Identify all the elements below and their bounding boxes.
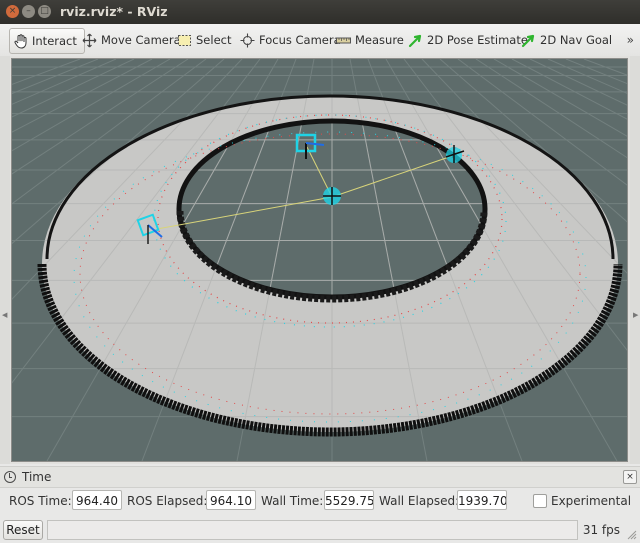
window-maximize-button[interactable]: □: [38, 5, 51, 18]
green-arrow-icon: [408, 34, 422, 47]
experimental-checkbox[interactable]: [533, 494, 547, 508]
time-panel: ROS Time: 964.40 ROS Elapsed: 964.10 Wal…: [0, 487, 640, 515]
scene-canvas[interactable]: [12, 59, 627, 461]
wall-elapsed-label: Wall Elapsed:: [379, 494, 460, 508]
hand-icon: [14, 33, 27, 49]
tool-2d-pose-estimate[interactable]: 2D Pose Estimate: [408, 28, 528, 52]
time-panel-header: Time ×: [0, 466, 640, 488]
tool-focus-camera[interactable]: Focus Camera: [240, 28, 341, 52]
tool-measure[interactable]: Measure: [336, 28, 404, 52]
collapse-right-icon: ▶: [633, 311, 639, 319]
tool-select[interactable]: Select: [177, 28, 231, 52]
wall-time-label: Wall Time:: [261, 494, 324, 508]
ros-elapsed-label: ROS Elapsed:: [127, 494, 208, 508]
select-rect-icon: [178, 34, 191, 46]
clock-icon: [4, 471, 16, 483]
tool-interact[interactable]: Interact: [9, 28, 85, 54]
window-title: rviz.rviz* - RViz: [60, 4, 168, 19]
status-bar: Reset 31 fps: [0, 517, 640, 543]
tool-toolbar: Interact Move Camera Select Focus Camera…: [0, 24, 640, 57]
reset-button[interactable]: Reset: [3, 520, 43, 540]
move-arrows-icon: [82, 33, 97, 47]
tool-label: Measure: [355, 33, 404, 47]
tool-label: Select: [196, 33, 232, 47]
ros-elapsed-field[interactable]: 964.10: [206, 490, 256, 510]
ros-time-label: ROS Time:: [9, 494, 72, 508]
tool-move-camera[interactable]: Move Camera: [82, 28, 181, 52]
resize-grip-icon[interactable]: [627, 530, 637, 540]
window-close-button[interactable]: ×: [6, 5, 19, 18]
tool-label: 2D Nav Goal: [540, 33, 613, 47]
robot-center[interactable]: [323, 187, 341, 205]
tool-2d-nav-goal[interactable]: 2D Nav Goal: [521, 28, 612, 52]
crosshair-icon: [240, 33, 255, 47]
tool-label: 2D Pose Estimate: [427, 33, 528, 47]
ros-time-field[interactable]: 964.40: [72, 490, 122, 510]
tool-label: Focus Camera: [259, 33, 341, 47]
left-dock-handle[interactable]: ◀: [0, 56, 10, 464]
tool-label: Move Camera: [101, 33, 181, 47]
toolbar-overflow-button[interactable]: »: [627, 33, 634, 47]
wall-elapsed-field[interactable]: 1939.70: [457, 490, 507, 510]
3d-render-view[interactable]: [11, 58, 628, 462]
right-dock-handle[interactable]: ▶: [630, 56, 640, 464]
window-titlebar: × – □ rviz.rviz* - RViz: [0, 0, 640, 24]
fps-readout: 31 fps: [582, 523, 620, 537]
ruler-icon: [336, 37, 351, 43]
wall-time-field[interactable]: 5529.75: [324, 490, 374, 510]
window-minimize-button[interactable]: –: [22, 5, 35, 18]
green-arrow-icon: [521, 34, 535, 47]
status-message-field: [47, 520, 578, 540]
time-panel-title: Time: [22, 470, 52, 484]
collapse-left-icon: ◀: [2, 311, 8, 319]
tool-label: Interact: [32, 34, 77, 48]
experimental-label: Experimental: [551, 494, 632, 508]
time-panel-close-button[interactable]: ×: [623, 470, 637, 484]
